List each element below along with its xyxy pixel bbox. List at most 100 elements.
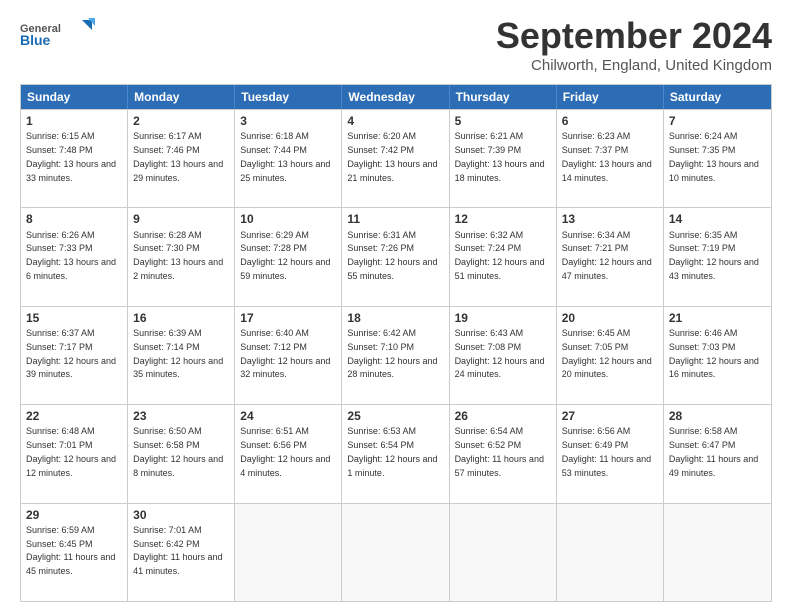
sunset-text: Sunset: 7:03 PM xyxy=(669,342,736,352)
header-tuesday: Tuesday xyxy=(235,85,342,109)
sunset-text: Sunset: 7:17 PM xyxy=(26,342,93,352)
day-number: 29 xyxy=(26,507,122,523)
day-cell-empty xyxy=(235,504,342,601)
daylight-text: Daylight: 12 hours and 47 minutes. xyxy=(562,257,652,281)
day-number: 3 xyxy=(240,113,336,129)
day-cell-27: 27 Sunrise: 6:56 AM Sunset: 6:49 PM Dayl… xyxy=(557,405,664,502)
sunset-text: Sunset: 7:05 PM xyxy=(562,342,629,352)
page: General Blue September 2024 Chilworth, E… xyxy=(0,0,792,612)
daylight-text: Daylight: 12 hours and 16 minutes. xyxy=(669,356,759,380)
sunset-text: Sunset: 7:01 PM xyxy=(26,440,93,450)
day-number: 24 xyxy=(240,408,336,424)
daylight-text: Daylight: 11 hours and 49 minutes. xyxy=(669,454,758,478)
daylight-text: Daylight: 12 hours and 43 minutes. xyxy=(669,257,759,281)
day-cell-empty xyxy=(342,504,449,601)
sunrise-text: Sunrise: 7:01 AM xyxy=(133,525,202,535)
day-cell-2: 2 Sunrise: 6:17 AM Sunset: 7:46 PM Dayli… xyxy=(128,110,235,207)
daylight-text: Daylight: 11 hours and 45 minutes. xyxy=(26,552,115,576)
day-number: 15 xyxy=(26,310,122,326)
sunrise-text: Sunrise: 6:18 AM xyxy=(240,131,309,141)
sunset-text: Sunset: 7:19 PM xyxy=(669,243,736,253)
sunset-text: Sunset: 6:49 PM xyxy=(562,440,629,450)
sunset-text: Sunset: 7:46 PM xyxy=(133,145,200,155)
header-wednesday: Wednesday xyxy=(342,85,449,109)
daylight-text: Daylight: 12 hours and 4 minutes. xyxy=(240,454,330,478)
day-cell-empty xyxy=(557,504,664,601)
sunset-text: Sunset: 7:42 PM xyxy=(347,145,414,155)
day-number: 27 xyxy=(562,408,658,424)
day-number: 26 xyxy=(455,408,551,424)
day-cell-16: 16 Sunrise: 6:39 AM Sunset: 7:14 PM Dayl… xyxy=(128,307,235,404)
day-cell-23: 23 Sunrise: 6:50 AM Sunset: 6:58 PM Dayl… xyxy=(128,405,235,502)
sunrise-text: Sunrise: 6:46 AM xyxy=(669,328,738,338)
sunset-text: Sunset: 7:44 PM xyxy=(240,145,307,155)
daylight-text: Daylight: 13 hours and 14 minutes. xyxy=(562,159,652,183)
daylight-text: Daylight: 12 hours and 28 minutes. xyxy=(347,356,437,380)
day-number: 20 xyxy=(562,310,658,326)
day-cell-29: 29 Sunrise: 6:59 AM Sunset: 6:45 PM Dayl… xyxy=(21,504,128,601)
sunset-text: Sunset: 7:08 PM xyxy=(455,342,522,352)
day-number: 22 xyxy=(26,408,122,424)
sunset-text: Sunset: 7:21 PM xyxy=(562,243,629,253)
sunset-text: Sunset: 7:12 PM xyxy=(240,342,307,352)
daylight-text: Daylight: 11 hours and 57 minutes. xyxy=(455,454,544,478)
sunrise-text: Sunrise: 6:53 AM xyxy=(347,426,416,436)
day-number: 2 xyxy=(133,113,229,129)
calendar-header: Sunday Monday Tuesday Wednesday Thursday… xyxy=(21,85,771,109)
sunrise-text: Sunrise: 6:58 AM xyxy=(669,426,738,436)
day-cell-1: 1 Sunrise: 6:15 AM Sunset: 7:48 PM Dayli… xyxy=(21,110,128,207)
sunrise-text: Sunrise: 6:23 AM xyxy=(562,131,631,141)
daylight-text: Daylight: 11 hours and 41 minutes. xyxy=(133,552,222,576)
day-cell-25: 25 Sunrise: 6:53 AM Sunset: 6:54 PM Dayl… xyxy=(342,405,449,502)
calendar-body: 1 Sunrise: 6:15 AM Sunset: 7:48 PM Dayli… xyxy=(21,109,771,601)
svg-text:Blue: Blue xyxy=(20,32,51,48)
sunset-text: Sunset: 6:47 PM xyxy=(669,440,736,450)
sunrise-text: Sunrise: 6:31 AM xyxy=(347,230,416,240)
day-number: 8 xyxy=(26,211,122,227)
title-block: September 2024 Chilworth, England, Unite… xyxy=(496,18,772,74)
day-cell-17: 17 Sunrise: 6:40 AM Sunset: 7:12 PM Dayl… xyxy=(235,307,342,404)
day-cell-24: 24 Sunrise: 6:51 AM Sunset: 6:56 PM Dayl… xyxy=(235,405,342,502)
week-row-3: 15 Sunrise: 6:37 AM Sunset: 7:17 PM Dayl… xyxy=(21,306,771,404)
daylight-text: Daylight: 12 hours and 39 minutes. xyxy=(26,356,116,380)
sunset-text: Sunset: 6:54 PM xyxy=(347,440,414,450)
sunrise-text: Sunrise: 6:17 AM xyxy=(133,131,202,141)
day-number: 12 xyxy=(455,211,551,227)
logo-icon: General Blue xyxy=(20,18,95,48)
sunset-text: Sunset: 6:45 PM xyxy=(26,539,93,549)
day-cell-12: 12 Sunrise: 6:32 AM Sunset: 7:24 PM Dayl… xyxy=(450,208,557,305)
daylight-text: Daylight: 12 hours and 59 minutes. xyxy=(240,257,330,281)
sunset-text: Sunset: 6:58 PM xyxy=(133,440,200,450)
day-cell-8: 8 Sunrise: 6:26 AM Sunset: 7:33 PM Dayli… xyxy=(21,208,128,305)
sunset-text: Sunset: 7:37 PM xyxy=(562,145,629,155)
daylight-text: Daylight: 12 hours and 24 minutes. xyxy=(455,356,545,380)
sunset-text: Sunset: 7:28 PM xyxy=(240,243,307,253)
sunrise-text: Sunrise: 6:39 AM xyxy=(133,328,202,338)
day-number: 1 xyxy=(26,113,122,129)
sunrise-text: Sunrise: 6:28 AM xyxy=(133,230,202,240)
sunrise-text: Sunrise: 6:51 AM xyxy=(240,426,309,436)
day-number: 14 xyxy=(669,211,766,227)
sunrise-text: Sunrise: 6:59 AM xyxy=(26,525,95,535)
sunrise-text: Sunrise: 6:20 AM xyxy=(347,131,416,141)
header-monday: Monday xyxy=(128,85,235,109)
week-row-4: 22 Sunrise: 6:48 AM Sunset: 7:01 PM Dayl… xyxy=(21,404,771,502)
daylight-text: Daylight: 12 hours and 8 minutes. xyxy=(133,454,223,478)
day-cell-21: 21 Sunrise: 6:46 AM Sunset: 7:03 PM Dayl… xyxy=(664,307,771,404)
sunset-text: Sunset: 6:52 PM xyxy=(455,440,522,450)
header-thursday: Thursday xyxy=(450,85,557,109)
sunset-text: Sunset: 7:10 PM xyxy=(347,342,414,352)
day-cell-14: 14 Sunrise: 6:35 AM Sunset: 7:19 PM Dayl… xyxy=(664,208,771,305)
day-cell-18: 18 Sunrise: 6:42 AM Sunset: 7:10 PM Dayl… xyxy=(342,307,449,404)
sunrise-text: Sunrise: 6:45 AM xyxy=(562,328,631,338)
day-number: 23 xyxy=(133,408,229,424)
day-cell-empty xyxy=(450,504,557,601)
daylight-text: Daylight: 12 hours and 35 minutes. xyxy=(133,356,223,380)
sunset-text: Sunset: 7:35 PM xyxy=(669,145,736,155)
daylight-text: Daylight: 12 hours and 12 minutes. xyxy=(26,454,116,478)
day-cell-26: 26 Sunrise: 6:54 AM Sunset: 6:52 PM Dayl… xyxy=(450,405,557,502)
day-number: 13 xyxy=(562,211,658,227)
month-title: September 2024 xyxy=(496,18,772,54)
daylight-text: Daylight: 13 hours and 33 minutes. xyxy=(26,159,116,183)
sunrise-text: Sunrise: 6:34 AM xyxy=(562,230,631,240)
